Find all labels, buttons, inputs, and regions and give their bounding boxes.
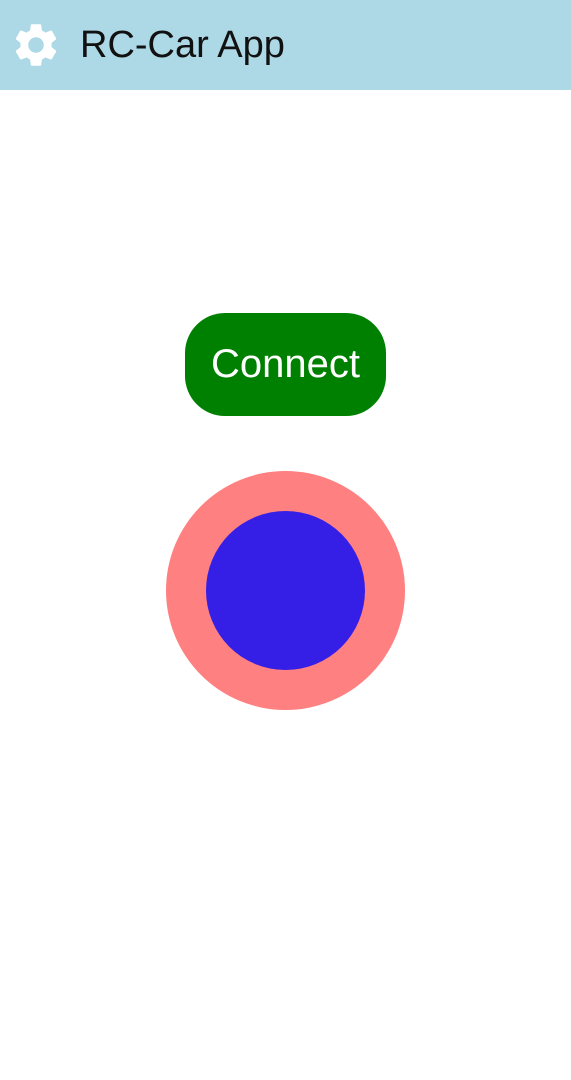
joystick-base (166, 471, 405, 710)
connect-button[interactable]: Connect (185, 313, 386, 416)
app-screen: RC-Car App Connect (0, 0, 571, 1080)
joystick-knob[interactable] (206, 511, 365, 670)
app-title: RC-Car App (80, 24, 285, 66)
settings-button[interactable] (10, 19, 62, 71)
app-bar: RC-Car App (0, 0, 571, 90)
gear-icon (15, 24, 57, 66)
